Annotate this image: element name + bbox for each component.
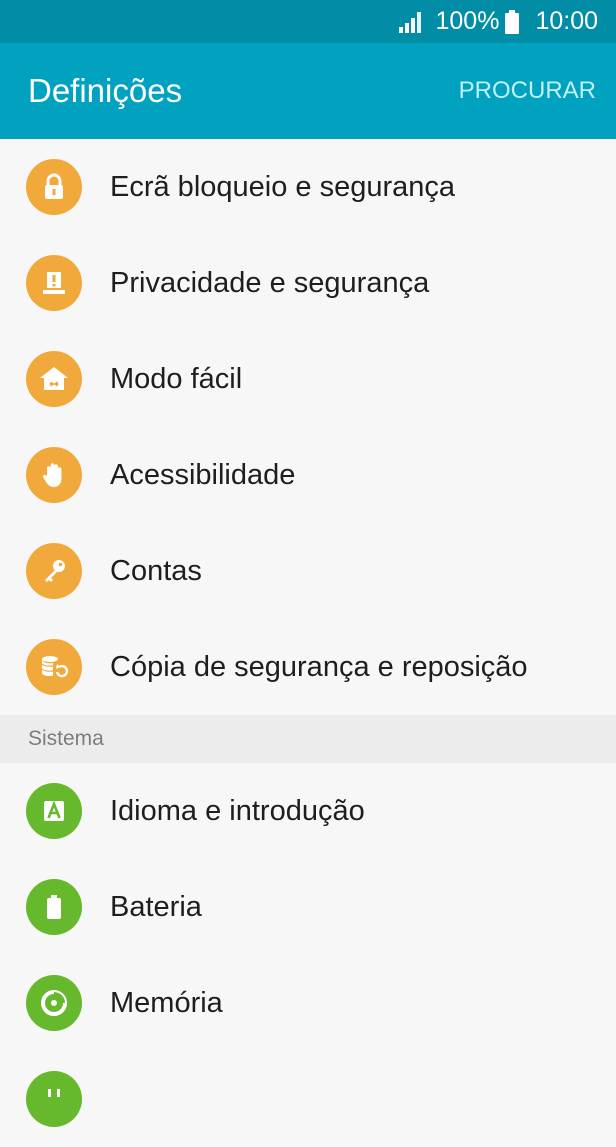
- settings-item-label: Privacidade e segurança: [110, 266, 430, 299]
- settings-item-battery[interactable]: Bateria: [0, 859, 616, 955]
- battery-icon: [505, 9, 520, 34]
- battery-icon: [26, 879, 82, 935]
- settings-item-easy-mode[interactable]: Modo fácil: [0, 331, 616, 427]
- page-title: Definições: [28, 72, 183, 109]
- partial-icon: [26, 1071, 82, 1127]
- settings-item-accounts[interactable]: Contas: [0, 523, 616, 619]
- settings-item-memory[interactable]: Memória: [0, 955, 616, 1051]
- easy-mode-home-icon: [26, 351, 82, 407]
- settings-item-accessibility[interactable]: Acessibilidade: [0, 427, 616, 523]
- hand-icon: [26, 447, 82, 503]
- status-bar: 100% 10:00: [0, 0, 616, 43]
- settings-item-label: Cópia de segurança e reposição: [110, 650, 528, 683]
- key-icon: [26, 543, 82, 599]
- backup-icon: [26, 639, 82, 695]
- lock-icon: [26, 159, 82, 215]
- settings-item-label: Bateria: [110, 890, 202, 923]
- settings-item-label: Modo fácil: [110, 362, 243, 395]
- status-time: 10:00: [535, 7, 598, 35]
- settings-item-label: Contas: [110, 554, 202, 587]
- settings-item-label: Idioma e introdução: [110, 794, 365, 827]
- language-icon: [26, 783, 82, 839]
- settings-item-language-input[interactable]: Idioma e introdução: [0, 763, 616, 859]
- memory-icon: [26, 975, 82, 1031]
- signal-icon: [399, 11, 425, 33]
- privacy-icon: [26, 255, 82, 311]
- app-bar: Definições PROCURAR: [0, 43, 616, 139]
- settings-item-label: Ecrã bloqueio e segurança: [110, 170, 456, 203]
- settings-item-label: Memória: [110, 986, 223, 1019]
- battery-percent: 100%: [435, 7, 500, 35]
- settings-item-partial[interactable]: [0, 1051, 616, 1147]
- search-button[interactable]: PROCURAR: [459, 77, 596, 105]
- section-header-system: Sistema: [0, 715, 616, 763]
- settings-list: Ecrã bloqueio e segurança Privacidade e …: [0, 139, 616, 1147]
- settings-item-privacy-security[interactable]: Privacidade e segurança: [0, 235, 616, 331]
- settings-item-label: Acessibilidade: [110, 458, 296, 491]
- settings-item-lock-screen-security[interactable]: Ecrã bloqueio e segurança: [0, 139, 616, 235]
- settings-item-backup-reset[interactable]: Cópia de segurança e reposição: [0, 619, 616, 715]
